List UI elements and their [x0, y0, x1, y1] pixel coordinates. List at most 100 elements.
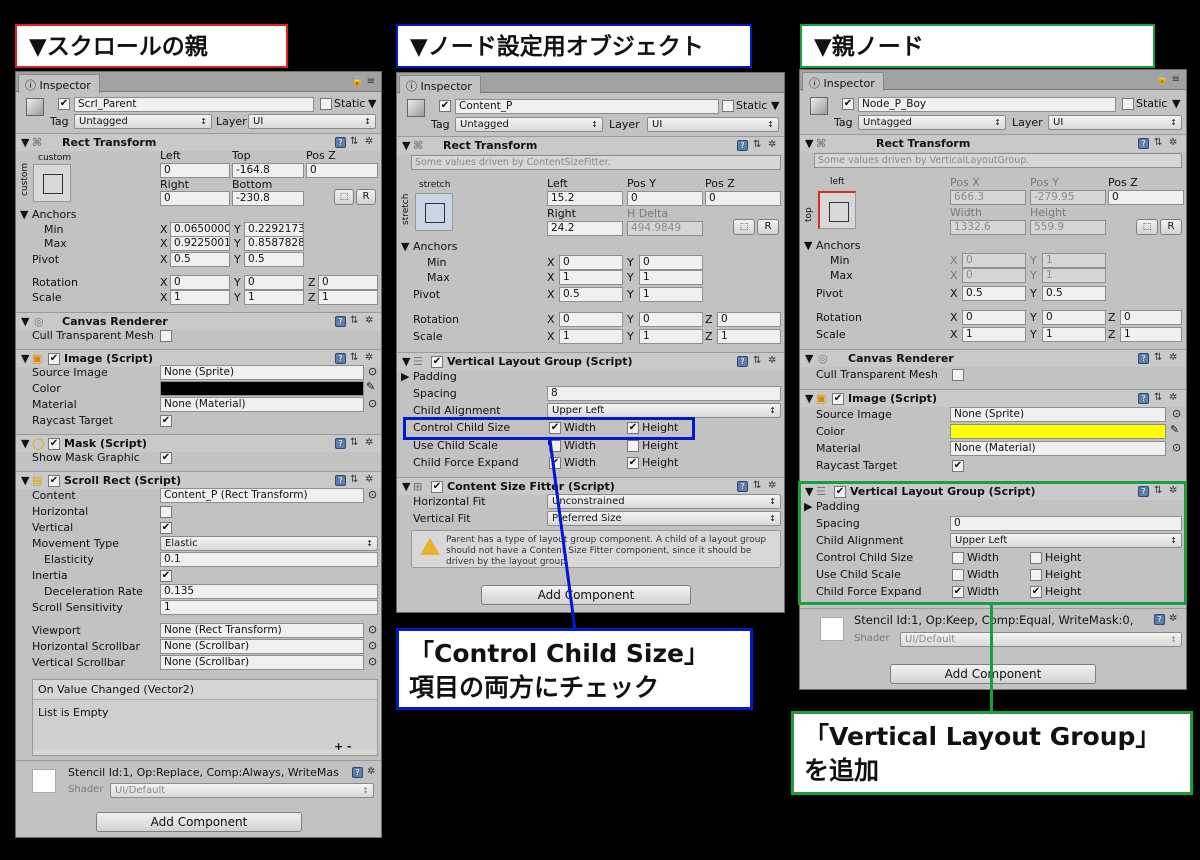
- preset-icon[interactable]: ⇅: [1154, 392, 1162, 403]
- layer-dropdown[interactable]: UI: [248, 114, 376, 129]
- anchor-min-x[interactable]: 0.0650000: [170, 222, 230, 237]
- active-checkbox[interactable]: [58, 98, 70, 110]
- help-icon[interactable]: ?: [1138, 138, 1149, 149]
- rotation-y[interactable]: 0: [639, 312, 703, 327]
- gear-icon[interactable]: ✲: [365, 437, 373, 448]
- object-picker-icon[interactable]: ⊙: [368, 623, 377, 637]
- enabled-checkbox[interactable]: [431, 481, 443, 493]
- preset-icon[interactable]: ⇅: [350, 437, 358, 448]
- right-field[interactable]: 0: [160, 191, 230, 206]
- rect-transform-header[interactable]: ▼ ⌘ Rect Transform? ⇅ ✲: [800, 134, 1186, 152]
- preset-icon[interactable]: ⇅: [1154, 137, 1162, 148]
- scale-x[interactable]: 1: [559, 329, 623, 344]
- material-field[interactable]: None (Material): [950, 441, 1166, 456]
- vertical-layout-group-header[interactable]: ▼☰ Vertical Layout Group (Script)? ⇅ ✲: [397, 352, 784, 370]
- tag-dropdown[interactable]: Untagged: [858, 115, 1006, 130]
- anchor-max-x[interactable]: 1: [559, 270, 623, 285]
- top-field[interactable]: -164.8: [232, 163, 304, 178]
- static-checkbox[interactable]: [320, 98, 332, 110]
- tag-dropdown[interactable]: Untagged: [455, 117, 603, 132]
- add-component-button[interactable]: Add Component: [481, 585, 691, 605]
- scale-z[interactable]: 1: [318, 290, 378, 305]
- rotation-z[interactable]: 0: [318, 275, 378, 290]
- sensitivity-field[interactable]: 1: [160, 600, 378, 615]
- preset-icon[interactable]: ⇅: [350, 136, 358, 147]
- name-field[interactable]: Content_P: [455, 99, 719, 114]
- right-field[interactable]: 24.2: [547, 221, 623, 236]
- blueprint-button[interactable]: ⬚: [334, 189, 354, 205]
- name-field[interactable]: Node_P_Boy: [858, 97, 1116, 112]
- horizontal-checkbox[interactable]: [160, 506, 172, 518]
- content-field[interactable]: Content_P (Rect Transform): [160, 488, 364, 503]
- rect-transform-header[interactable]: ▼ ⌘ Rect Transform? ⇅ ✲: [397, 136, 784, 154]
- static-checkbox[interactable]: [722, 100, 734, 112]
- help-icon[interactable]: ?: [352, 767, 363, 778]
- rotation-x[interactable]: 0: [559, 312, 623, 327]
- content-size-fitter-header[interactable]: ▼⊞ Content Size Fitter (Script)? ⇅ ✲: [397, 477, 784, 495]
- object-picker-icon[interactable]: ⊙: [368, 365, 377, 379]
- hscrollbar-field[interactable]: None (Scrollbar): [160, 639, 364, 654]
- object-picker-icon[interactable]: ⊙: [1172, 441, 1181, 455]
- rotation-x[interactable]: 0: [962, 310, 1026, 325]
- preset-icon[interactable]: ⇅: [350, 352, 358, 363]
- help-icon[interactable]: ?: [335, 475, 346, 486]
- scale-y[interactable]: 1: [244, 290, 304, 305]
- anchor-preset-widget[interactable]: [33, 164, 71, 202]
- rotation-x[interactable]: 0: [170, 275, 230, 290]
- scale-y[interactable]: 1: [639, 329, 703, 344]
- canvas-renderer-header[interactable]: ▼ ◎ Canvas Renderer? ⇅ ✲: [16, 312, 381, 330]
- pivot-x[interactable]: 0.5: [170, 252, 230, 267]
- tab-inspector[interactable]: ⓘ Inspector: [18, 74, 100, 93]
- rotation-z[interactable]: 0: [1120, 310, 1182, 325]
- posz-field[interactable]: 0: [306, 163, 378, 178]
- object-picker-icon[interactable]: ⊙: [1172, 407, 1181, 421]
- eyedropper-icon[interactable]: ✎: [366, 380, 375, 394]
- lock-menu-icon[interactable]: 🔒 ≡: [1156, 74, 1180, 85]
- static-dropdown-icon[interactable]: ▼: [368, 97, 376, 111]
- bottom-field[interactable]: -230.8: [232, 191, 304, 206]
- vscrollbar-field[interactable]: None (Scrollbar): [160, 655, 364, 670]
- anchor-max-x[interactable]: 0.9225001: [170, 236, 230, 251]
- help-icon[interactable]: ?: [1154, 614, 1165, 625]
- left-field[interactable]: 15.2: [547, 191, 623, 206]
- enabled-checkbox[interactable]: [48, 353, 60, 365]
- scale-z[interactable]: 1: [717, 329, 781, 344]
- anchor-preset-widget[interactable]: [415, 193, 453, 231]
- elasticity-field[interactable]: 0.1: [160, 552, 378, 567]
- pivot-y[interactable]: 0.5: [1042, 286, 1106, 301]
- enabled-checkbox[interactable]: [48, 475, 60, 487]
- left-field[interactable]: 0: [160, 163, 230, 178]
- rotation-z[interactable]: 0: [717, 312, 781, 327]
- posy-field[interactable]: 0: [627, 191, 703, 206]
- help-icon[interactable]: ?: [335, 353, 346, 364]
- cull-checkbox[interactable]: [952, 369, 964, 381]
- canvas-renderer-header[interactable]: ▼ ◎ Canvas Renderer? ⇅ ✲: [800, 349, 1186, 367]
- gear-icon[interactable]: ✲: [365, 352, 373, 363]
- static-dropdown-icon[interactable]: ▼: [1172, 97, 1180, 111]
- material-field[interactable]: None (Material): [160, 397, 364, 412]
- add-component-button[interactable]: Add Component: [890, 664, 1096, 684]
- object-picker-icon[interactable]: ⊙: [368, 397, 377, 411]
- anchor-max-y[interactable]: 0.8587828: [244, 236, 304, 251]
- anchor-min-x[interactable]: 0: [559, 255, 623, 270]
- help-icon[interactable]: ?: [1138, 393, 1149, 404]
- raw-edit-button[interactable]: R: [356, 189, 376, 205]
- viewport-field[interactable]: None (Rect Transform): [160, 623, 364, 638]
- tab-inspector[interactable]: ⓘ Inspector: [802, 72, 884, 91]
- object-picker-icon[interactable]: ⊙: [368, 655, 377, 669]
- raw-edit-button[interactable]: R: [1160, 219, 1182, 235]
- cull-checkbox[interactable]: [160, 330, 172, 342]
- name-field[interactable]: Scrl_Parent: [74, 97, 314, 112]
- tab-inspector[interactable]: ⓘ Inspector: [399, 75, 481, 94]
- color-field[interactable]: [160, 381, 364, 396]
- scale-y[interactable]: 1: [1042, 327, 1106, 342]
- gear-icon[interactable]: ✲: [1169, 392, 1177, 403]
- scale-x[interactable]: 1: [170, 290, 230, 305]
- help-icon[interactable]: ?: [737, 481, 748, 492]
- active-checkbox[interactable]: [439, 100, 451, 112]
- blueprint-button[interactable]: ⬚: [1136, 219, 1158, 235]
- gear-icon[interactable]: ✲: [367, 766, 375, 777]
- raycast-checkbox[interactable]: [952, 460, 964, 472]
- object-picker-icon[interactable]: ⊙: [368, 639, 377, 653]
- deceleration-field[interactable]: 0.135: [160, 584, 378, 599]
